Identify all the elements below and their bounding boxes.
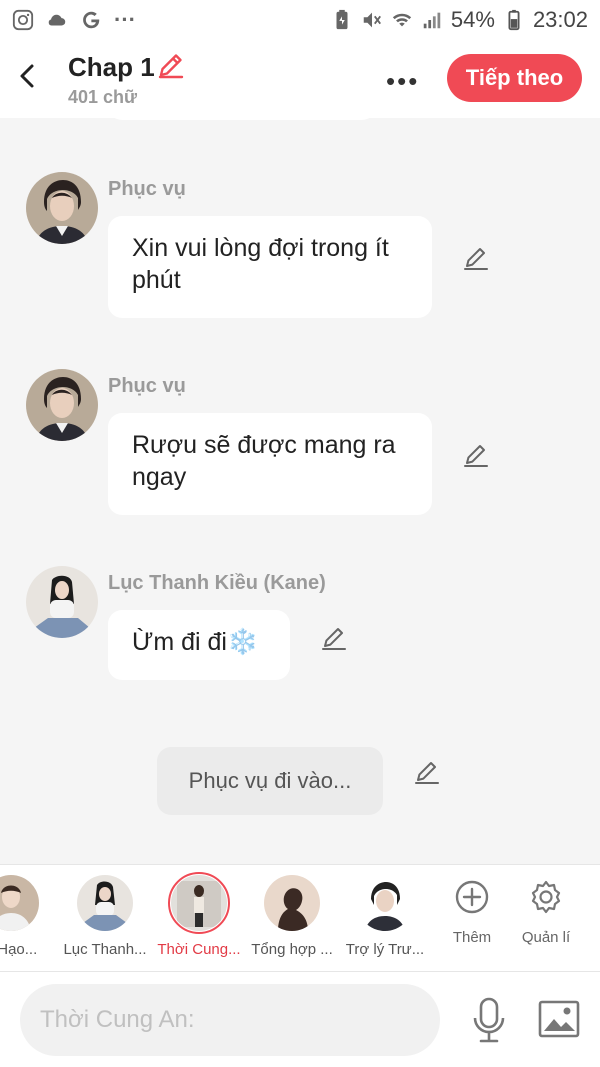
avatar	[264, 875, 320, 931]
character-name: Tổng hợp ...	[251, 941, 333, 958]
character-item-active[interactable]: Thời Cung...	[154, 872, 244, 958]
add-circle-icon	[455, 880, 489, 914]
add-label: Thêm	[452, 929, 492, 946]
avatar	[168, 872, 230, 934]
wifi-icon	[392, 13, 412, 27]
battery-percent: 54%	[450, 7, 495, 32]
character-name: Thời Cung...	[157, 941, 241, 958]
character-item[interactable]: Trợ lý Trư...	[340, 875, 430, 958]
edit-icon[interactable]	[320, 624, 348, 652]
avatar[interactable]	[26, 172, 98, 244]
next-chapter-button[interactable]: Tiếp theo	[447, 54, 582, 102]
battery-saver-icon	[336, 9, 348, 30]
status-overflow: ···	[114, 7, 136, 32]
edit-icon[interactable]	[413, 758, 441, 786]
character-item[interactable]: g Hạo...	[0, 875, 56, 958]
instagram-icon	[12, 9, 34, 31]
cloud-icon	[48, 14, 66, 26]
edit-icon[interactable]	[462, 244, 490, 272]
word-count: 401 chữ	[68, 87, 138, 107]
edit-title-icon[interactable]	[156, 50, 186, 80]
sender-name: Phục vụ	[108, 375, 186, 397]
mute-icon	[363, 12, 381, 28]
signal-icon	[423, 12, 441, 29]
battery-icon	[508, 9, 520, 31]
chat-area[interactable]: Phục vụ Xin vui lòng đợi trong ít phút P…	[0, 118, 600, 864]
character-name: g Hạo...	[0, 941, 38, 958]
composer-bar	[0, 971, 600, 1067]
avatar[interactable]	[26, 369, 98, 441]
add-character-button[interactable]: Thêm	[437, 879, 507, 946]
gear-icon	[531, 880, 561, 914]
google-icon	[83, 11, 100, 29]
back-arrow-icon[interactable]	[14, 58, 42, 94]
avatar	[77, 875, 133, 931]
message-input[interactable]	[20, 984, 440, 1056]
more-options-icon[interactable]: •••	[386, 66, 419, 97]
character-item[interactable]: Tổng hợp ...	[247, 875, 337, 958]
avatar	[357, 875, 413, 931]
message-bubble[interactable]: Ừm đi đi❄️	[108, 610, 290, 680]
message-bubble[interactable]: Xin vui lòng đợi trong ít phút	[108, 216, 432, 318]
status-bar: ··· 54% 23:02	[0, 0, 600, 40]
edit-icon[interactable]	[462, 441, 490, 469]
character-name: Trợ lý Trư...	[345, 941, 425, 958]
message-bubble[interactable]: Rượu sẽ được mang ra ngay	[108, 413, 432, 515]
manage-label: Quản lí	[521, 929, 571, 946]
manage-button[interactable]: Quản lí	[511, 879, 581, 946]
character-strip: g Hạo... Lục Thanh... Thời Cung... Tổng …	[0, 864, 600, 971]
image-icon[interactable]	[538, 1000, 580, 1038]
avatar[interactable]	[26, 566, 98, 638]
narration-bubble[interactable]: Phục vụ đi vào...	[157, 747, 383, 815]
microphone-icon[interactable]	[470, 996, 508, 1044]
character-item[interactable]: Lục Thanh...	[60, 875, 150, 958]
sender-name: Lục Thanh Kiều (Kane)	[108, 572, 326, 594]
chapter-header: Chap 1 401 chữ ••• Tiếp theo	[0, 40, 600, 118]
clock: 23:02	[532, 7, 588, 32]
chapter-title: Chap 1	[68, 52, 155, 82]
previous-bubble	[108, 118, 376, 120]
avatar	[0, 875, 39, 931]
character-name: Lục Thanh...	[63, 941, 147, 958]
sender-name: Phục vụ	[108, 178, 186, 200]
